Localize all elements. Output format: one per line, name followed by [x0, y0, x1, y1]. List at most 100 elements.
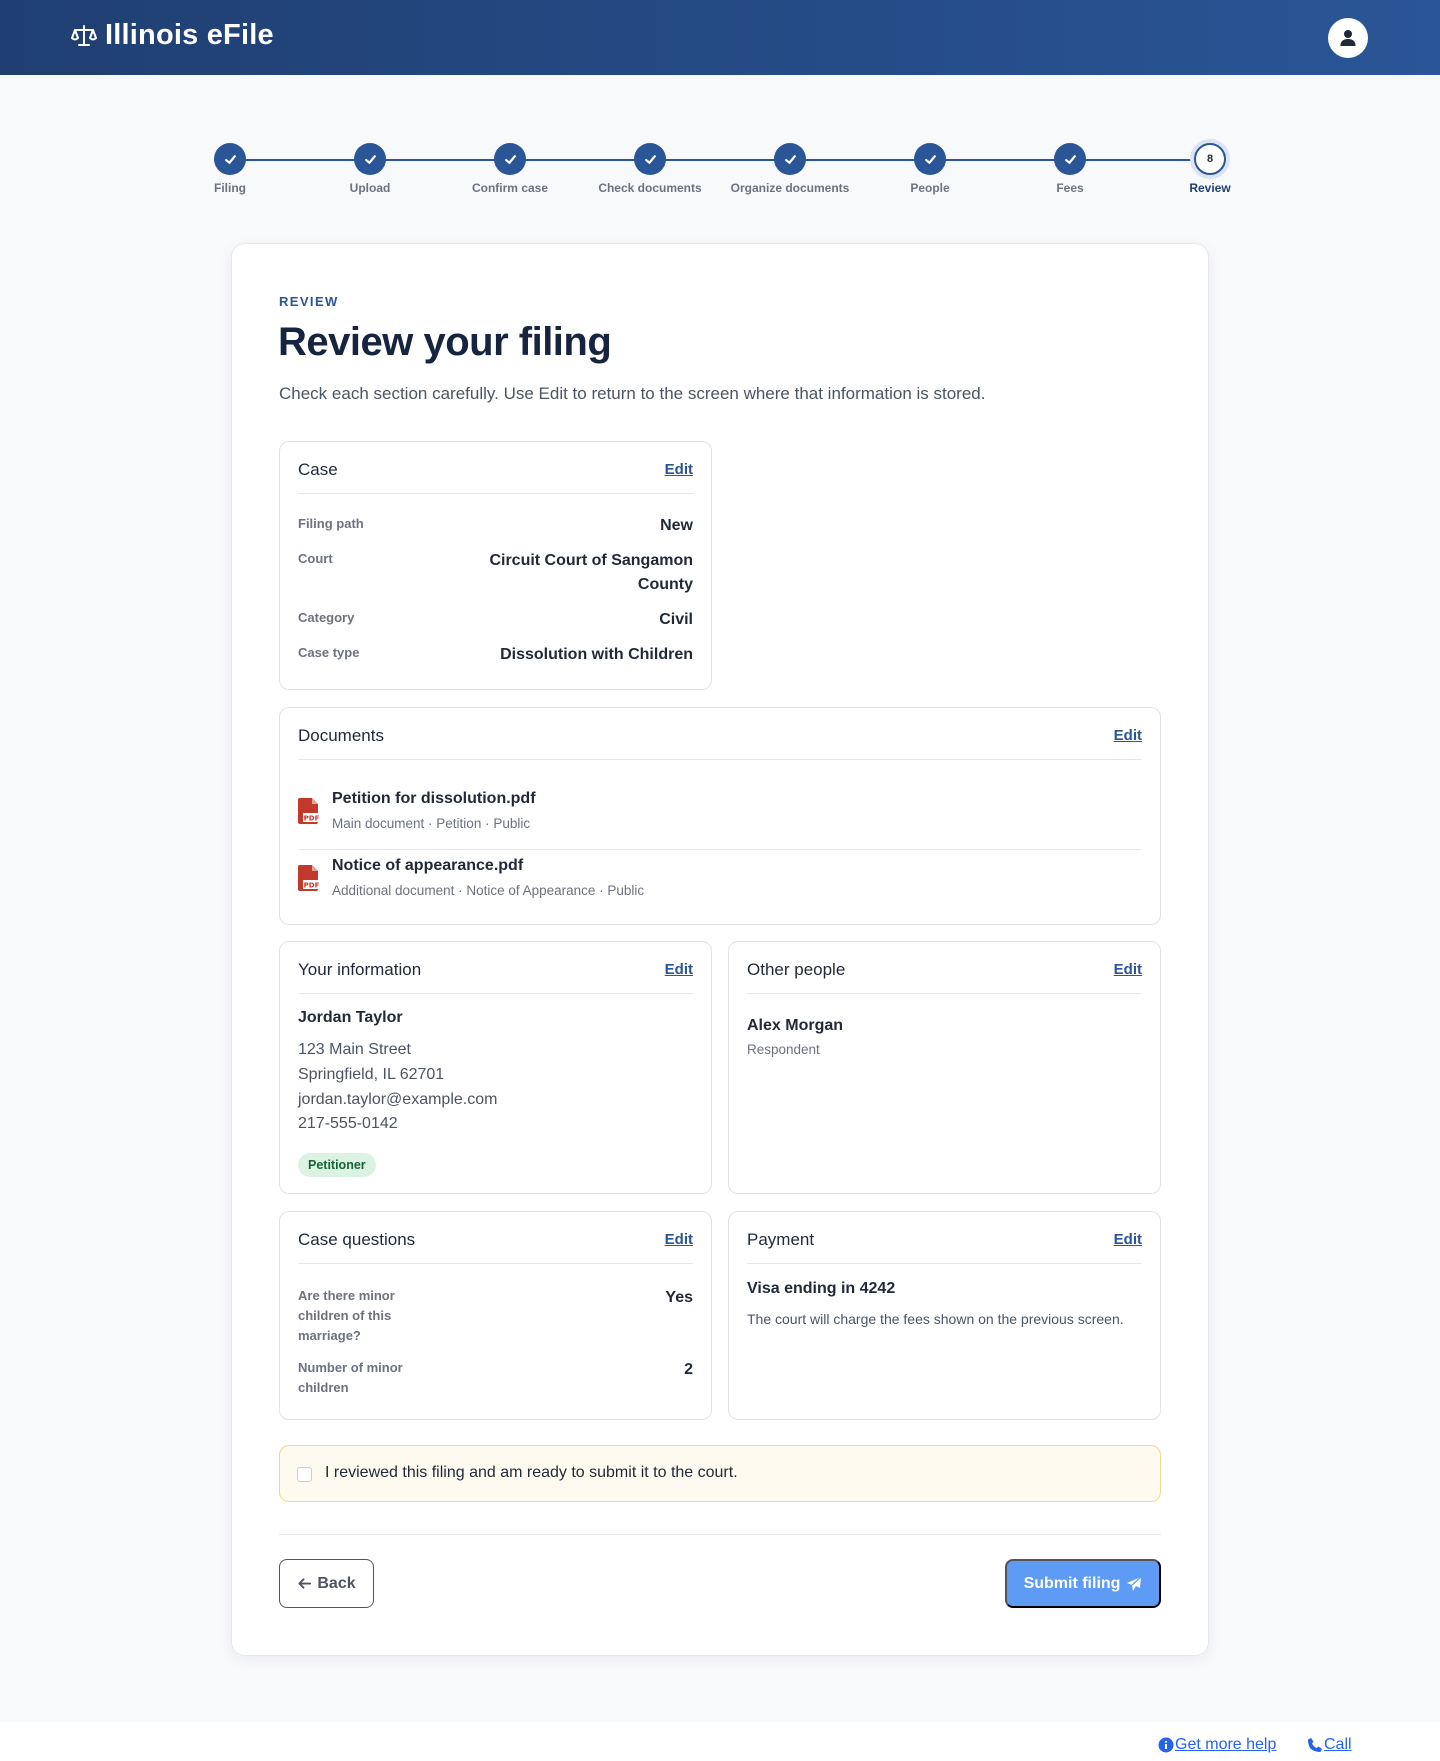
- edit-your-information-link[interactable]: Edit: [665, 961, 693, 978]
- panel-header: Payment Edit: [747, 1228, 1142, 1264]
- step-check-documents[interactable]: Check documents: [575, 143, 725, 195]
- question-line: Are there minor: [298, 1288, 395, 1303]
- row-value-line: Circuit Court of Sangamon: [489, 552, 693, 569]
- page-title: Review your filing: [278, 320, 612, 364]
- row-label: Case type: [298, 645, 360, 660]
- role-badge: Petitioner: [298, 1153, 376, 1177]
- step-confirm-case[interactable]: Confirm case: [435, 143, 585, 195]
- check-icon: [644, 154, 656, 164]
- scale-icon: [71, 24, 97, 46]
- step-fees[interactable]: Fees: [995, 143, 1145, 195]
- check-icon: [1064, 154, 1076, 164]
- row-value-line: County: [637, 576, 693, 593]
- question-line: children of this: [298, 1308, 392, 1323]
- step-filing[interactable]: Filing: [155, 143, 305, 195]
- phone-value: 217-555-0142: [298, 1115, 398, 1132]
- step-organize-documents[interactable]: Organize documents: [715, 143, 865, 195]
- confirm-checkbox[interactable]: [297, 1467, 312, 1482]
- section-eyebrow: REVIEW: [279, 294, 339, 309]
- row-label: Court: [298, 551, 333, 566]
- top-bar: Illinois eFile: [0, 0, 1440, 75]
- review-confirmation: I reviewed this filing and am ready to s…: [279, 1445, 1161, 1502]
- submit-filing-button[interactable]: Submit filing: [1005, 1559, 1161, 1608]
- edit-case-questions-link[interactable]: Edit: [665, 1231, 693, 1248]
- actions-divider: [279, 1534, 1161, 1535]
- edit-case-link[interactable]: Edit: [665, 461, 693, 478]
- document-name: Petition for dissolution.pdf: [332, 790, 536, 807]
- row-label: Category: [298, 610, 355, 625]
- panel-title: Your information: [298, 960, 422, 979]
- other-people-panel: Other people Edit Alex Morgan Respondent: [728, 941, 1161, 1194]
- case-questions-panel: Case questions Edit Are there minor chil…: [279, 1211, 712, 1420]
- question-label: Number of minor children: [298, 1358, 403, 1398]
- get-more-help-link[interactable]: Get more help: [1158, 1736, 1276, 1754]
- panel-title: Payment: [747, 1230, 815, 1249]
- paper-plane-icon: [1127, 1576, 1142, 1591]
- step-label: Organize documents: [730, 181, 850, 195]
- step-done-dot: [494, 143, 526, 175]
- pdf-file-icon: PDF: [298, 798, 320, 824]
- check-icon: [224, 154, 236, 164]
- phone-icon: [1308, 1738, 1322, 1752]
- check-icon: [504, 154, 516, 164]
- submit-label: Submit filing: [1023, 1574, 1121, 1592]
- confirm-label[interactable]: I reviewed this filing and am ready to s…: [325, 1464, 738, 1482]
- edit-other-people-link[interactable]: Edit: [1114, 961, 1142, 978]
- panel-title: Documents: [298, 726, 384, 745]
- pdf-file-icon: PDF: [298, 865, 320, 891]
- step-done-dot: [354, 143, 386, 175]
- back-label: Back: [317, 1574, 356, 1592]
- address-line: 123 Main Street: [298, 1041, 411, 1058]
- document-item[interactable]: PDF Petition for dissolution.pdf Main do…: [298, 784, 1142, 850]
- step-label: Check documents: [598, 181, 702, 195]
- question-answer: Yes: [665, 1289, 693, 1306]
- panel-header: Other people Edit: [747, 958, 1142, 994]
- document-name: Notice of appearance.pdf: [332, 857, 524, 874]
- step-done-dot: [774, 143, 806, 175]
- documents-panel: Documents Edit PDF Petition for dissolut…: [279, 707, 1161, 925]
- panel-header: Your information Edit: [298, 958, 693, 994]
- brand[interactable]: Illinois eFile: [71, 19, 274, 52]
- document-meta: Main document · Petition · Public: [332, 816, 531, 831]
- case-panel: Case Edit Filing path New Court Circuit …: [279, 441, 712, 690]
- step-label: Upload: [349, 181, 391, 195]
- your-information-panel: Your information Edit Jordan Taylor 123 …: [279, 941, 712, 1194]
- step-label: Confirm case: [471, 181, 549, 195]
- edit-documents-link[interactable]: Edit: [1114, 727, 1142, 744]
- step-people[interactable]: People: [855, 143, 1005, 195]
- step-review: 8 Review: [1135, 143, 1285, 195]
- step-done-dot: [214, 143, 246, 175]
- step-label: People: [910, 181, 950, 195]
- question-line: marriage?: [298, 1328, 361, 1343]
- arrow-left-icon: [298, 1578, 312, 1589]
- document-meta: Additional document · Notice of Appearan…: [332, 883, 645, 898]
- step-number-dot: 8: [1194, 143, 1226, 175]
- back-button[interactable]: Back: [279, 1559, 374, 1608]
- row-value: Circuit Court of Sangamon County: [489, 549, 693, 597]
- progress-stepper: Filing Upload Confirm case Check documen…: [0, 140, 1440, 200]
- panel-title: Case: [298, 460, 338, 479]
- email-value: jordan.taylor@example.com: [298, 1091, 498, 1108]
- panel-header: Case Edit: [298, 458, 693, 494]
- edit-payment-link[interactable]: Edit: [1114, 1231, 1142, 1248]
- user-avatar[interactable]: [1328, 18, 1368, 58]
- footer: Get more help Call: [0, 1722, 1440, 1761]
- person-name: Alex Morgan: [747, 1017, 844, 1034]
- step-upload[interactable]: Upload: [295, 143, 445, 195]
- row-value: Civil: [659, 611, 693, 628]
- call-link[interactable]: Call: [1307, 1736, 1352, 1754]
- step-done-dot: [634, 143, 666, 175]
- step-done-dot: [1054, 143, 1086, 175]
- document-item[interactable]: PDF Notice of appearance.pdf Additional …: [298, 851, 1142, 917]
- help-label: Get more help: [1175, 1736, 1277, 1753]
- row-label: Filing path: [298, 516, 364, 531]
- svg-text:PDF: PDF: [304, 882, 320, 890]
- payment-panel: Payment Edit Visa ending in 4242 The cou…: [728, 1211, 1161, 1420]
- panel-header: Documents Edit: [298, 724, 1142, 760]
- svg-text:PDF: PDF: [304, 815, 320, 823]
- question-answer: 2: [684, 1361, 693, 1378]
- payment-note: The court will charge the fees shown on …: [747, 1311, 1124, 1327]
- row-value: New: [660, 517, 693, 534]
- question-label: Are there minor children of this marriag…: [298, 1286, 395, 1346]
- panel-title: Case questions: [298, 1230, 416, 1249]
